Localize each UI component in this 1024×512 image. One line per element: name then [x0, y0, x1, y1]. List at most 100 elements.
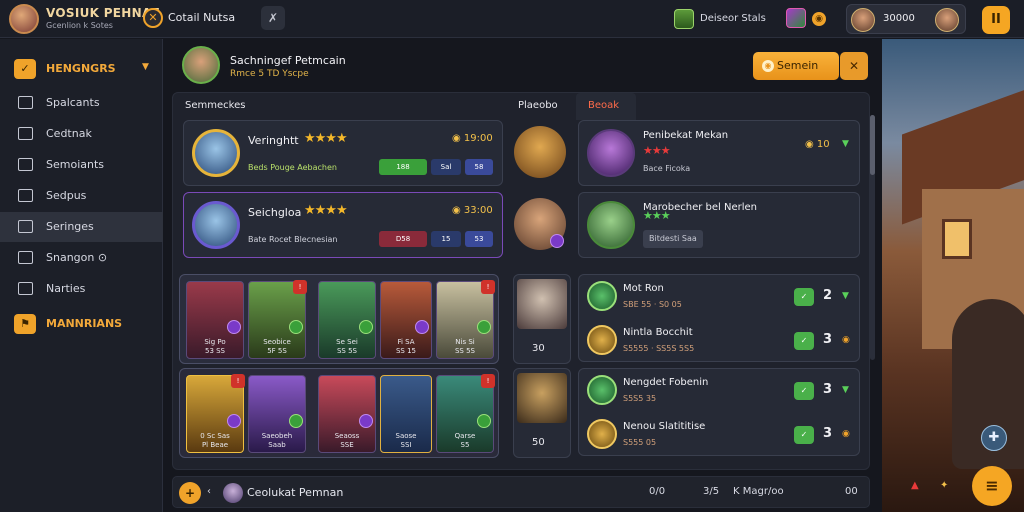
tab-label[interactable]: Cotail Nutsa — [168, 11, 235, 24]
chevron-down-icon[interactable]: ▼ — [842, 139, 849, 149]
deck-card[interactable]: ! 0 Sc Sas Pl Beae — [186, 374, 245, 453]
card-name: Sig Po — [204, 338, 226, 346]
close-button[interactable]: ✕ — [840, 52, 868, 80]
deck-card[interactable]: ! Seobice 5F 5S — [248, 280, 307, 359]
champion-portrait — [517, 279, 567, 329]
alert-badge: ! — [481, 280, 495, 294]
status-dot — [477, 414, 491, 428]
player-box[interactable]: 30000 — [846, 4, 966, 34]
rival-card[interactable]: Penibekat Mekan ★★★ Bace Ficoka ◉ 10 ▼ — [578, 120, 860, 186]
gem-icon[interactable] — [786, 8, 806, 28]
claim-icon[interactable]: ✓ — [794, 426, 814, 444]
mission-row[interactable]: Nintla Bocchit S5555 · SS5S 5S5 ✓ 3 ◉ — [579, 319, 861, 363]
window-art — [942, 219, 972, 259]
mission-title: Mot Ron — [623, 283, 664, 294]
claim-icon[interactable]: ✓ — [794, 288, 814, 306]
rival-portrait — [587, 129, 635, 177]
deck-card[interactable]: ! Qarse S5 — [436, 374, 495, 453]
sidebar-item-spalcants[interactable]: Spalcants — [0, 88, 163, 118]
card-stat: 5F 5S — [267, 347, 287, 355]
sidebar-section-head[interactable]: ✓ HENGNGRS ▼ — [14, 56, 154, 82]
level-badge — [415, 320, 429, 334]
coin-amount: 33:00 — [463, 205, 493, 216]
deck-card[interactable]: Seaoss SSE — [318, 375, 376, 453]
sidebar-item-semoiants[interactable]: Semoiants — [0, 150, 163, 180]
pause-button[interactable]: II — [982, 6, 1010, 34]
resource-label: Deiseor Stals — [700, 13, 766, 24]
fire-icon[interactable]: ▲ — [911, 480, 919, 491]
table-icon — [18, 251, 33, 264]
tab-plaeobo[interactable]: Plaeobo — [518, 100, 558, 111]
sidebar-item-sedpus[interactable]: Sedpus — [0, 181, 163, 211]
chevron-down-icon: ▼ — [142, 62, 149, 72]
menu-button[interactable]: ≡ — [972, 466, 1012, 506]
sidebar-item-cedtnak[interactable]: Cedtnak — [0, 119, 163, 149]
coin-value: ◉ 19:00 — [452, 133, 493, 144]
tab-close-icon[interactable]: ✕ — [143, 8, 163, 28]
sidebar-item-narties[interactable]: Narties — [0, 274, 163, 304]
mission-group: Nengdet Fobenin S5S5 35 ✓ 3 ▼ Nenou Slat… — [578, 368, 860, 456]
card-name: Qarse — [454, 432, 476, 440]
board: Semmeckes Plaeobo Beoak Veringhtt ★★★★ ◉… — [172, 92, 870, 470]
chest-icon[interactable] — [674, 9, 694, 29]
mission-title: Nenou Slatititise — [623, 421, 706, 432]
deck-card[interactable]: Saose SSI — [380, 375, 432, 453]
tab-beoak[interactable]: Beoak — [588, 100, 619, 111]
champion-slot[interactable]: 50 — [513, 368, 571, 458]
sword-icon[interactable]: ✚ — [981, 425, 1007, 451]
hero-avatar[interactable] — [182, 46, 220, 84]
mission-row[interactable]: Mot Ron SBE 55 · S0 05 ✓ 2 ▼ — [579, 275, 861, 319]
game-subtitle: Gcenlion k Sotes — [46, 21, 113, 30]
sidebar-item-label: Semoiants — [46, 158, 105, 171]
stat-pill: 58 — [465, 159, 493, 175]
claim-button[interactable]: ◉ Semein — [753, 52, 839, 80]
hero-deck: Sig Po 53 SS ! Seobice 5F 5S Se Sei SS 5… — [179, 274, 499, 364]
hero-name: Veringhtt — [248, 134, 299, 147]
card-name: Nis Si — [455, 338, 475, 346]
hero-card[interactable]: Seichgloa ★★★★ ◉ 33:00 Bate Rocet Blecne… — [183, 192, 503, 258]
deck-card[interactable]: Sig Po 53 SS — [186, 281, 244, 359]
card-name: Saose — [395, 432, 417, 440]
sidebar-section-head-2[interactable]: ⚑ MANNRIANS — [14, 311, 154, 337]
claim-label: Semein — [777, 59, 819, 72]
champion-portrait[interactable] — [514, 198, 566, 250]
bottom-stat: 00 — [845, 486, 858, 497]
mission-row[interactable]: Nenou Slatititise S555 05 ✓ 3 ◉ — [579, 413, 861, 457]
add-icon[interactable]: + — [179, 482, 201, 504]
level-badge — [550, 234, 564, 248]
card-stat: Saab — [268, 441, 286, 449]
mission-row[interactable]: Nengdet Fobenin S5S5 35 ✓ 3 ▼ — [579, 369, 861, 413]
status-dot — [477, 320, 491, 334]
feather-icon[interactable]: ✦ — [940, 480, 948, 491]
champion-portrait[interactable] — [514, 126, 566, 178]
champion-slot[interactable]: 30 — [513, 274, 571, 364]
grid-icon — [18, 127, 33, 140]
coin-icon[interactable]: ◉ — [812, 12, 826, 26]
sidebar-item-snangon[interactable]: Snangon ⊙ — [0, 243, 163, 273]
mission-icon — [587, 325, 617, 355]
deck-card[interactable]: Saeobeh Saab — [248, 375, 306, 453]
rival-subtitle: Bitdesti Saa — [643, 230, 703, 248]
scroll-thumb[interactable] — [870, 115, 875, 175]
rival-name: Penibekat Mekan — [643, 130, 729, 141]
chevron-down-icon[interactable]: ▼ — [842, 291, 849, 301]
chevron-down-icon[interactable]: ▼ — [842, 385, 849, 395]
chevron-left-icon[interactable]: ‹ — [207, 486, 211, 497]
slot-value: 30 — [532, 343, 545, 354]
hero-card[interactable]: Veringhtt ★★★★ ◉ 19:00 Beds Pouge Aebach… — [183, 120, 503, 186]
tab-semmeckes[interactable]: Semmeckes — [185, 100, 245, 111]
deck-card[interactable]: ! Nis Si SS 5S — [436, 280, 495, 359]
deck-card[interactable]: Fi SA SS 15 — [380, 281, 432, 359]
claim-icon[interactable]: ✓ — [794, 382, 814, 400]
sidebar-item-seringes[interactable]: Seringes — [0, 212, 163, 242]
deck-card[interactable]: Se Sei SS 5S — [318, 281, 376, 359]
claim-icon[interactable]: ✓ — [794, 332, 814, 350]
scrollbar[interactable] — [870, 115, 875, 360]
level-badge — [359, 414, 373, 428]
card-stat: SS 5S — [336, 347, 357, 355]
hero-name: Seichgloa — [248, 206, 302, 219]
rival-card[interactable]: Marobecher bel Nerlen ★★★ Bitdesti Saa — [578, 192, 860, 258]
card-name: Se Sei — [336, 338, 358, 346]
wrench-icon[interactable]: ✗ — [261, 6, 285, 30]
alert-badge: ! — [293, 280, 307, 294]
